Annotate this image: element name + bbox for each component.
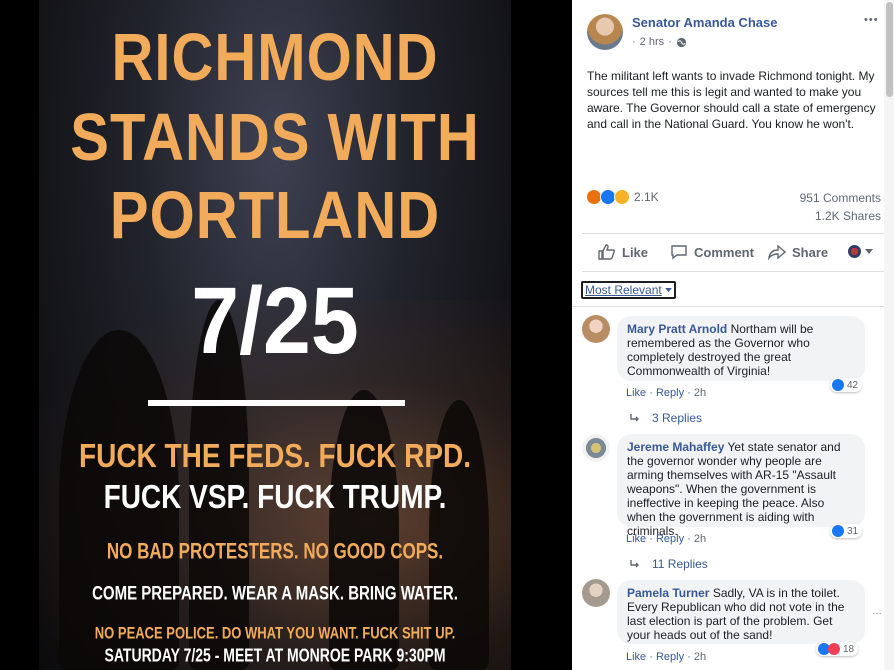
comment-bubble: Mary Pratt Arnold Northam will be rememb… — [617, 316, 865, 381]
view-replies-link[interactable]: 11 Replies — [630, 557, 708, 571]
profile-picker-icon — [848, 245, 861, 258]
comment-like-link[interactable]: Like — [626, 387, 646, 399]
comment-reaction-count[interactable]: 18 — [816, 642, 859, 656]
comment-reply-link[interactable]: Reply — [656, 387, 684, 399]
comment-text: Yet state senator and the governor wonde… — [627, 440, 841, 538]
commenter-name[interactable]: Mary Pratt Arnold — [627, 322, 727, 336]
poster-line-1: RICHMOND — [111, 20, 439, 95]
poster-slogan-4: COME PREPARED. WEAR A MASK. BRING WATER. — [92, 582, 458, 605]
divider — [572, 306, 894, 307]
reaction-number: 18 — [843, 643, 855, 655]
post-text: The militant left wants to invade Richmo… — [587, 69, 876, 131]
comment-icon — [671, 245, 687, 260]
comments-count[interactable]: 951 Comments — [800, 191, 881, 205]
dot-separator: · — [632, 36, 636, 48]
comment-like-link[interactable]: Like — [626, 651, 646, 663]
comment-reply-link[interactable]: Reply — [656, 651, 684, 663]
poster-line-3: PORTLAND — [109, 178, 441, 253]
globe-icon — [676, 37, 686, 47]
commenter-name[interactable]: Pamela Turner — [627, 586, 709, 600]
poster-slogan-5: NO PEACE POLICE. DO WHAT YOU WANT. FUCK … — [94, 622, 456, 643]
poster-slogan-1: FUCK THE FEDS. FUCK RPD. — [79, 436, 471, 474]
poster-slogan-3: NO BAD PROTESTERS. NO GOOD COPS. — [106, 539, 444, 564]
poster-line-2: STANDS WITH — [70, 100, 480, 175]
author-avatar[interactable] — [587, 14, 623, 50]
dot-separator: · — [668, 36, 672, 48]
comment-label: Comment — [694, 244, 754, 260]
sad-reaction-icon — [614, 189, 630, 205]
reaction-number: 31 — [847, 525, 859, 537]
poster-image: RICHMOND STANDS WITH PORTLAND 7/25 FUCK … — [39, 0, 511, 670]
reaction-count: 2.1K — [634, 190, 659, 204]
poster-divider — [148, 400, 405, 406]
post-options-button[interactable]: ••• — [864, 14, 879, 26]
like-reaction-icon — [832, 525, 844, 537]
share-icon — [768, 244, 786, 260]
caret-down-icon — [664, 287, 672, 292]
caret-down-icon — [865, 248, 873, 254]
comment-filter-label: Most Relevant — [585, 283, 662, 297]
like-button[interactable]: Like — [598, 244, 648, 260]
divider — [582, 233, 884, 234]
reply-arrow-icon — [630, 413, 639, 421]
reaction-number: 42 — [847, 379, 859, 391]
share-label: Share — [792, 244, 829, 260]
comment-actions: Like · Reply · 2h — [626, 533, 707, 545]
like-reaction-icon — [832, 379, 844, 391]
author-name[interactable]: Senator Amanda Chase — [632, 15, 777, 30]
post-panel: Senator Amanda Chase · 2 hrs · ••• The m… — [572, 0, 894, 670]
comment-bubble: Pamela Turner Sadly, VA is in the toilet… — [617, 580, 865, 644]
replies-count: 3 Replies — [652, 411, 703, 425]
post-timestamp[interactable]: · 2 hrs · — [632, 36, 687, 48]
like-label: Like — [622, 244, 649, 260]
commenter-avatar[interactable] — [582, 315, 610, 343]
reaction-selector[interactable] — [848, 245, 873, 258]
comment-bubble: Jereme Mahaffey Yet state senator and th… — [617, 434, 865, 538]
scrollbar-thumb[interactable] — [886, 2, 893, 97]
comment-like-link[interactable]: Like — [626, 533, 646, 545]
comment-actions: Like · Reply · 2h — [626, 387, 707, 399]
comment-actions: Like · Reply · 2h — [626, 651, 707, 663]
comment-filter-dropdown[interactable]: Most Relevant — [581, 281, 676, 299]
commenter-name[interactable]: Jereme Mahaffey — [627, 440, 724, 454]
comment-button[interactable]: Comment — [670, 244, 754, 260]
divider — [582, 271, 884, 272]
photo-viewer: RICHMOND STANDS WITH PORTLAND 7/25 FUCK … — [0, 0, 572, 670]
commenter-avatar[interactable] — [582, 579, 610, 607]
comment-reaction-count[interactable]: 42 — [830, 378, 863, 392]
shares-count[interactable]: 1.2K Shares — [815, 209, 881, 223]
comment-reply-link[interactable]: Reply — [656, 533, 684, 545]
poster-slogan-6: SATURDAY 7/25 - MEET AT MONROE PARK 9:30… — [104, 644, 446, 666]
poster-slogan-2: FUCK VSP. FUCK TRUMP. — [103, 477, 447, 515]
commenter-avatar[interactable] — [582, 434, 610, 462]
scrollbar[interactable] — [884, 0, 894, 670]
thumbs-up-icon — [598, 244, 616, 260]
post-time[interactable]: 2 hrs — [640, 36, 664, 48]
comment-options-icon[interactable]: ··· — [872, 608, 882, 619]
comment-time[interactable]: 2h — [694, 533, 706, 545]
love-reaction-icon — [828, 643, 840, 655]
comment-reaction-count[interactable]: 31 — [830, 524, 863, 538]
reaction-summary[interactable]: 2.1K — [586, 189, 659, 205]
view-replies-link[interactable]: 3 Replies — [630, 411, 702, 425]
poster-date: 7/25 — [191, 268, 359, 374]
comment-time[interactable]: 2h — [694, 651, 706, 663]
replies-count: 11 Replies — [652, 557, 708, 571]
share-button[interactable]: Share — [768, 244, 828, 260]
reply-arrow-icon — [630, 559, 639, 567]
comment-time[interactable]: 2h — [694, 387, 706, 399]
